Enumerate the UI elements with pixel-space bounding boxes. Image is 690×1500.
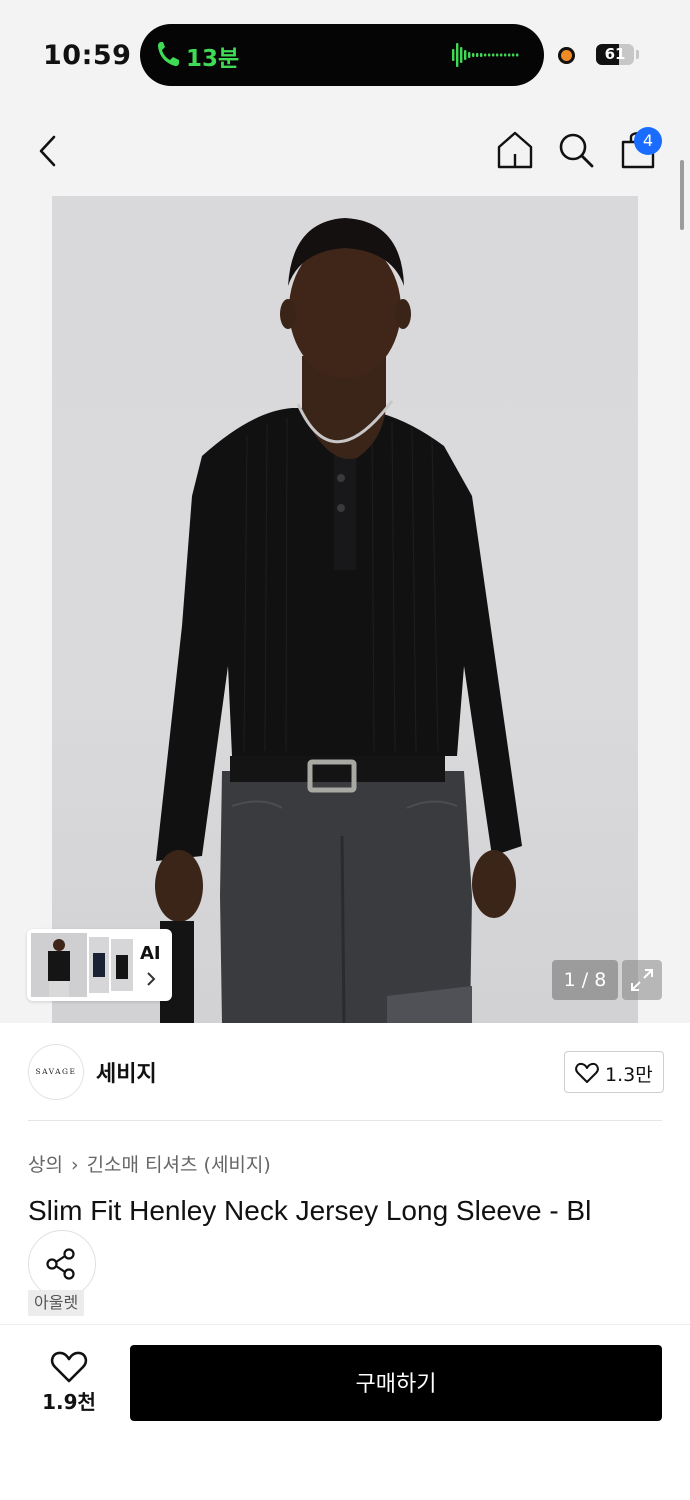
product-like-count: 1.9천 <box>42 1390 96 1414</box>
home-icon[interactable] <box>495 130 535 170</box>
thumbnail-strip <box>31 933 133 997</box>
bottom-divider <box>0 1324 690 1325</box>
breadcrumb-category[interactable]: 상의 <box>28 1154 63 1176</box>
heart-icon[interactable] <box>50 1350 88 1384</box>
ai-label: AI <box>140 943 161 964</box>
back-icon[interactable] <box>34 134 64 168</box>
chevron-right-icon: › <box>70 1154 79 1176</box>
scrollbar[interactable] <box>680 160 684 230</box>
outlet-tag: 아울렛 <box>28 1290 85 1316</box>
expand-button[interactable] <box>622 960 662 1000</box>
share-button[interactable] <box>28 1230 96 1298</box>
buy-button[interactable]: 구매하기 <box>130 1345 662 1421</box>
ai-similar-items-card[interactable]: AI <box>27 929 172 1001</box>
phone-icon <box>158 42 179 67</box>
divider <box>28 1120 662 1121</box>
share-icon <box>46 1248 75 1280</box>
chevron-right-icon <box>147 972 156 986</box>
search-icon[interactable] <box>557 131 595 169</box>
product-title: Slim Fit Henley Neck Jersey Long Sleeve … <box>28 1195 592 1226</box>
image-counter: 1 / 8 <box>552 960 618 1000</box>
brand-like-count: 1.3만 <box>605 1064 653 1086</box>
cart-count-badge: 4 <box>634 127 662 155</box>
product-image[interactable] <box>52 196 638 1023</box>
recording-indicator <box>558 47 575 64</box>
heart-icon <box>575 1062 599 1083</box>
battery-tip <box>636 50 639 59</box>
battery-level: 61 <box>604 45 626 63</box>
expand-icon <box>631 969 653 991</box>
status-time: 10:59 <box>43 40 132 71</box>
call-duration: 13분 <box>186 46 240 72</box>
audio-wave-icon <box>452 43 519 67</box>
active-call-pill[interactable]: 13분 <box>140 24 544 86</box>
brand-like-button[interactable]: 1.3만 <box>564 1051 664 1093</box>
breadcrumb: 상의 › 긴소매 티셔츠 (세비지) <box>28 1150 271 1177</box>
breadcrumb-subcategory[interactable]: 긴소매 티셔츠 (세비지) <box>87 1154 271 1176</box>
brand-name[interactable]: 세비지 <box>96 1056 157 1088</box>
brand-logo[interactable]: SAVAGE <box>28 1044 84 1100</box>
model-illustration <box>155 218 522 1023</box>
battery-icon: 61 <box>596 44 634 65</box>
